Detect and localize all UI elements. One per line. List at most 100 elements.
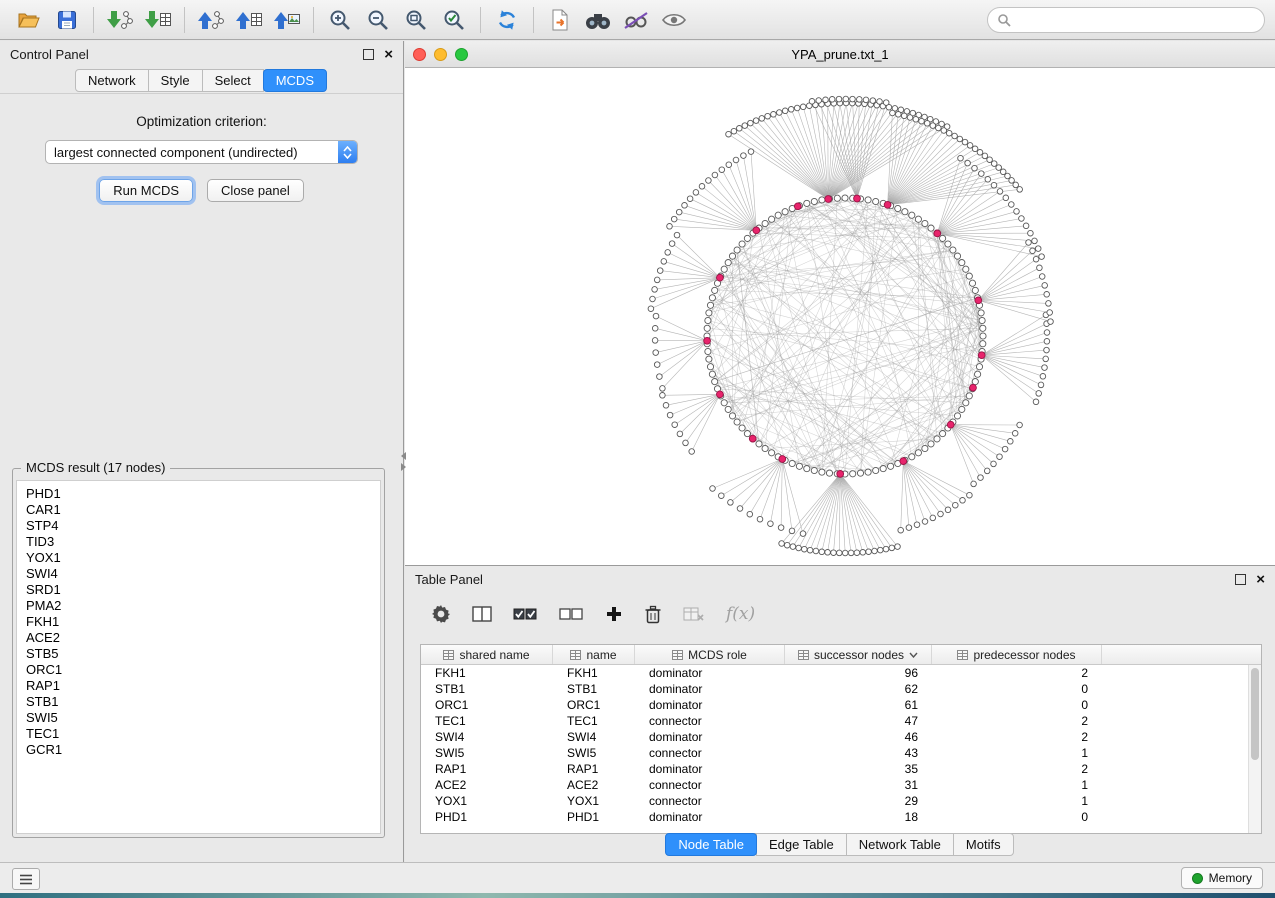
network-node[interactable] (976, 364, 982, 370)
network-node[interactable] (667, 224, 673, 230)
table-row[interactable]: TEC1TEC1connector472 (421, 713, 1249, 729)
window-zoom-button[interactable] (455, 48, 468, 61)
column-sort-icon[interactable] (957, 650, 968, 660)
deselect-all-button[interactable] (559, 605, 584, 623)
network-node[interactable] (756, 441, 762, 447)
network-node[interactable] (802, 546, 808, 552)
network-node[interactable] (922, 220, 928, 226)
search-network-button[interactable] (579, 4, 617, 36)
network-node[interactable] (762, 445, 768, 451)
save-session-button[interactable] (48, 4, 86, 36)
network-node[interactable] (880, 466, 886, 472)
network-node[interactable] (865, 469, 871, 475)
network-node[interactable] (682, 203, 688, 209)
network-node[interactable] (850, 96, 856, 102)
network-node[interactable] (940, 431, 946, 437)
network-node[interactable] (719, 167, 725, 173)
tab-node-table[interactable]: Node Table (665, 833, 757, 856)
network-node[interactable] (972, 287, 978, 293)
network-node[interactable] (1023, 223, 1029, 229)
network-node[interactable] (1002, 446, 1008, 452)
network-node[interactable] (771, 112, 777, 118)
share-document-button[interactable] (541, 4, 579, 36)
network-node[interactable] (768, 521, 774, 527)
network-node[interactable] (978, 310, 984, 316)
network-node[interactable] (819, 197, 825, 203)
table-row[interactable]: ORC1ORC1dominator610 (421, 697, 1249, 713)
tab-mcds[interactable]: MCDS (263, 69, 327, 92)
network-node[interactable] (915, 216, 921, 222)
network-node[interactable] (744, 431, 750, 437)
column-header-shared-name[interactable]: shared name (421, 645, 553, 664)
add-column-button[interactable] (605, 605, 623, 623)
network-node[interactable] (800, 104, 806, 110)
import-table-button[interactable] (139, 4, 177, 36)
table-row[interactable]: ACE2ACE2connector311 (421, 777, 1249, 793)
window-minimize-button[interactable] (434, 48, 447, 61)
network-node[interactable] (663, 403, 669, 409)
refresh-button[interactable] (488, 4, 526, 36)
network-node[interactable] (769, 216, 775, 222)
network-node[interactable] (945, 241, 951, 247)
network-node[interactable] (928, 441, 934, 447)
network-node[interactable] (878, 547, 884, 553)
network-node[interactable] (705, 317, 711, 323)
network-node[interactable] (967, 143, 973, 149)
network-node[interactable] (734, 247, 740, 253)
network-node[interactable] (914, 522, 920, 528)
network-node[interactable] (652, 326, 658, 332)
open-file-button[interactable] (10, 4, 48, 36)
network-node[interactable] (825, 550, 831, 556)
network-node[interactable] (687, 196, 693, 202)
network-node[interactable] (857, 470, 863, 476)
network-node[interactable] (725, 260, 731, 266)
network-node[interactable] (1043, 356, 1049, 362)
network-node[interactable] (804, 466, 810, 472)
panel-splitter[interactable] (399, 446, 407, 476)
network-node[interactable] (1026, 240, 1032, 246)
mcds-result-item[interactable]: SRD1 (26, 582, 380, 598)
network-node[interactable] (938, 511, 944, 517)
network-node[interactable] (850, 471, 856, 477)
network-node[interactable] (765, 113, 771, 119)
sort-caret-icon[interactable] (909, 652, 918, 658)
network-node[interactable] (782, 209, 788, 215)
tab-style[interactable]: Style (148, 69, 203, 92)
network-node[interactable] (980, 333, 986, 339)
column-sort-icon[interactable] (798, 650, 809, 660)
network-node[interactable] (660, 393, 666, 399)
network-node[interactable] (1044, 292, 1050, 298)
network-node[interactable] (729, 413, 735, 419)
mcds-dominator-node[interactable] (749, 435, 756, 442)
network-node[interactable] (811, 467, 817, 473)
mcds-dominator-node[interactable] (717, 391, 724, 398)
network-node[interactable] (742, 123, 748, 129)
network-node[interactable] (769, 450, 775, 456)
network-node[interactable] (1030, 248, 1036, 254)
network-node[interactable] (779, 541, 785, 547)
search-input[interactable] (987, 7, 1265, 33)
network-node[interactable] (950, 247, 956, 253)
show-columns-button[interactable] (472, 605, 492, 623)
network-node[interactable] (979, 171, 985, 177)
hide-details-button[interactable] (617, 4, 655, 36)
network-node[interactable] (661, 259, 667, 265)
network-node[interactable] (672, 422, 678, 428)
network-node[interactable] (811, 198, 817, 204)
network-node[interactable] (1014, 209, 1020, 215)
network-node[interactable] (719, 493, 725, 499)
network-node[interactable] (674, 232, 680, 238)
delete-column-button[interactable] (644, 604, 662, 624)
network-node[interactable] (1048, 319, 1054, 325)
network-node[interactable] (731, 128, 737, 134)
mcds-result-item[interactable]: STB1 (26, 694, 380, 710)
network-node[interactable] (928, 225, 934, 231)
network-node[interactable] (873, 198, 879, 204)
network-node[interactable] (978, 475, 984, 481)
criterion-dropdown[interactable]: largest connected component (undirected) (45, 140, 358, 164)
mcds-result-item[interactable]: YOX1 (26, 550, 380, 566)
network-node[interactable] (1046, 301, 1052, 307)
network-node[interactable] (794, 105, 800, 111)
network-node[interactable] (657, 374, 663, 380)
mcds-result-item[interactable]: STB5 (26, 646, 380, 662)
